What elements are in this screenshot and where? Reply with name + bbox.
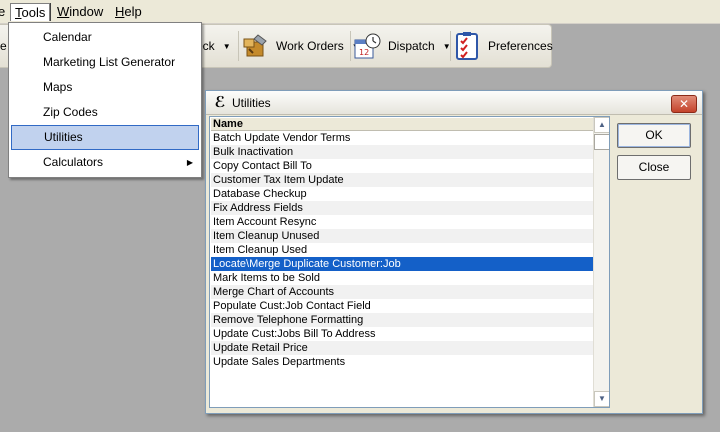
vertical-scrollbar[interactable]: ▲ ▼ bbox=[593, 117, 609, 407]
list-item[interactable]: Copy Contact Bill To bbox=[211, 159, 593, 173]
menu-help-rest: elp bbox=[124, 4, 142, 19]
list-item[interactable]: Item Cleanup Used bbox=[211, 243, 593, 257]
toolbar-dispatch-button[interactable]: 12 Dispatch ▼ bbox=[352, 25, 451, 67]
toolbar-preferences-label: Preferences bbox=[488, 39, 553, 53]
menu-tools-rest: ools bbox=[21, 5, 46, 20]
menu-item-label: Zip Codes bbox=[43, 105, 98, 119]
menu-item-utilities[interactable]: Utilities bbox=[11, 125, 199, 150]
list-item[interactable]: Mark Items to be Sold bbox=[211, 271, 593, 285]
close-icon[interactable]: ✕ bbox=[671, 95, 697, 113]
toolbar-separator bbox=[450, 31, 451, 61]
menu-item-calculators[interactable]: Calculators ▶ bbox=[11, 150, 199, 175]
menu-window-rest: indow bbox=[69, 4, 104, 19]
menu-bar: e Tools Window Help bbox=[0, 0, 720, 24]
column-header-name[interactable]: Name bbox=[211, 118, 593, 131]
list-item[interactable]: Locate\Merge Duplicate Customer:Job bbox=[211, 257, 593, 271]
menu-item-label: Calculators bbox=[43, 155, 104, 169]
menu-help[interactable]: Help bbox=[111, 3, 146, 21]
ok-button[interactable]: OK bbox=[617, 123, 691, 148]
menu-item-maps[interactable]: Maps bbox=[11, 75, 199, 100]
list-item[interactable]: Item Account Resync bbox=[211, 215, 593, 229]
svg-text:12: 12 bbox=[359, 48, 369, 57]
menu-item-partial[interactable]: e bbox=[0, 3, 9, 21]
list-item[interactable]: Merge Chart of Accounts bbox=[211, 285, 593, 299]
list-item[interactable]: Customer Tax Item Update bbox=[211, 173, 593, 187]
menu-item-label: Maps bbox=[43, 80, 73, 94]
chevron-down-icon[interactable]: ▼ bbox=[223, 42, 231, 51]
scrollbar-thumb[interactable] bbox=[594, 134, 609, 150]
list-item[interactable]: Update Retail Price bbox=[211, 341, 593, 355]
toolbar-separator bbox=[350, 31, 351, 61]
menu-help-accel: H bbox=[115, 4, 125, 19]
dispatch-calendar-icon: 12 bbox=[352, 31, 382, 61]
list-item[interactable]: Bulk Inactivation bbox=[211, 145, 593, 159]
tools-menu-dropdown: Calendar Marketing List Generator Maps Z… bbox=[8, 22, 202, 178]
menu-item-marketing-list-generator[interactable]: Marketing List Generator bbox=[11, 50, 199, 75]
list-item[interactable]: Update Sales Departments bbox=[211, 355, 593, 369]
submenu-arrow-icon: ▶ bbox=[186, 158, 193, 167]
list-rows: Batch Update Vendor Terms Bulk Inactivati… bbox=[211, 131, 593, 369]
utilities-list[interactable]: Name Batch Update Vendor Terms Bulk Inact… bbox=[209, 116, 610, 408]
toolbar-work-orders-label: Work Orders bbox=[276, 39, 344, 53]
scroll-down-icon[interactable]: ▼ bbox=[594, 391, 609, 407]
list-item[interactable]: Remove Telephone Formatting bbox=[211, 313, 593, 327]
scroll-up-icon[interactable]: ▲ bbox=[594, 117, 609, 133]
menu-item-zip-codes[interactable]: Zip Codes bbox=[11, 100, 199, 125]
menu-item-label: Marketing List Generator bbox=[43, 55, 176, 69]
preferences-checklist-icon bbox=[452, 31, 482, 61]
list-item[interactable]: Item Cleanup Unused bbox=[211, 229, 593, 243]
toolbar-partial-label: e bbox=[0, 39, 7, 53]
app-logo-icon: ℰ bbox=[214, 94, 226, 111]
menu-window-accel: W bbox=[57, 4, 70, 19]
menu-window[interactable]: Window bbox=[53, 3, 107, 21]
list-item[interactable]: Batch Update Vendor Terms bbox=[211, 131, 593, 145]
toolbar-partial-item[interactable]: e bbox=[0, 25, 7, 67]
toolbar-dispatch-label: Dispatch bbox=[388, 39, 435, 53]
toolbar-separator bbox=[238, 31, 239, 61]
dialog-title: Utilities bbox=[232, 96, 271, 110]
list-item[interactable]: Database Checkup bbox=[211, 187, 593, 201]
list-item[interactable]: Update Cust:Jobs Bill To Address bbox=[211, 327, 593, 341]
menu-tools[interactable]: Tools bbox=[10, 3, 51, 21]
toolbar-work-orders-button[interactable]: Work Orders ▼ bbox=[240, 25, 360, 67]
close-button[interactable]: Close bbox=[617, 155, 691, 180]
menu-item-label: Calendar bbox=[43, 30, 92, 44]
toolbar-preferences-button[interactable]: Preferences bbox=[452, 25, 553, 67]
utilities-dialog: ℰ Utilities ✕ Name Batch Update Vendor T… bbox=[205, 90, 703, 414]
work-orders-icon bbox=[240, 31, 270, 61]
dialog-titlebar[interactable]: ℰ Utilities ✕ bbox=[206, 91, 702, 115]
list-item[interactable]: Fix Address Fields bbox=[211, 201, 593, 215]
menu-item-label: Utilities bbox=[44, 130, 83, 144]
list-item[interactable]: Populate Cust:Job Contact Field bbox=[211, 299, 593, 313]
menu-item-calendar[interactable]: Calendar bbox=[11, 25, 199, 50]
